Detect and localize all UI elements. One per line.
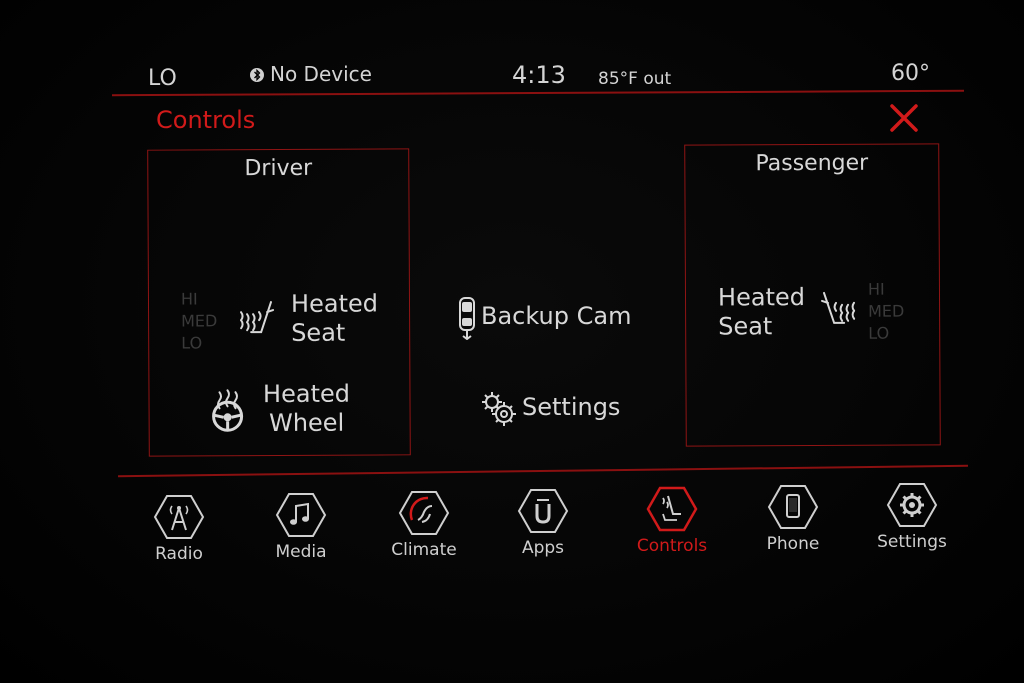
bluetooth-device-label: No Device (270, 62, 372, 86)
passenger-panel: Passenger Heated Seat HI MED LO (684, 143, 941, 447)
settings-gears-icon (482, 392, 516, 426)
nav-media[interactable]: Media (246, 492, 356, 562)
clock: 4:13 (512, 61, 566, 89)
music-note-icon (275, 493, 327, 537)
driver-heated-seat-button[interactable]: Heated Seat (291, 289, 378, 347)
nav-radio[interactable]: Radio (124, 494, 234, 564)
nav-phone-label: Phone (766, 534, 820, 554)
driver-panel: Driver HI MED LO Heated Seat Heated Whee… (147, 148, 411, 457)
heated-wheel-line2: Wheel (268, 408, 345, 438)
passenger-title: Passenger (755, 150, 869, 177)
nav-apps-label: Apps (521, 538, 565, 558)
nav-settings-label: Settings (877, 532, 947, 552)
bluetooth-status[interactable]: No Device (250, 62, 372, 86)
climate-icon (398, 491, 450, 535)
backup-cam-label: Backup Cam (481, 302, 632, 330)
passenger-heated-seat-line1: Heated (717, 283, 806, 312)
nav-phone[interactable]: Phone (738, 484, 848, 554)
passenger-temp-setting[interactable]: 60° (891, 61, 930, 86)
heated-seat-line2: Seat (291, 318, 346, 347)
nav-apps[interactable]: Apps (488, 488, 598, 558)
heated-wheel-button[interactable]: Heated Wheel (261, 380, 351, 438)
nav-climate[interactable]: Climate (369, 490, 479, 560)
level-lo: LO (181, 333, 203, 353)
heated-wheel-icon[interactable] (207, 388, 247, 432)
backup-camera-icon (459, 297, 475, 340)
passenger-heated-seat-button[interactable]: Heated Seat (718, 283, 805, 341)
outside-temperature: 85°F out (598, 69, 672, 89)
level-hi: HI (180, 289, 198, 309)
settings-label: Settings (522, 393, 621, 421)
nav-media-label: Media (275, 542, 327, 562)
bluetooth-icon (250, 68, 264, 82)
radio-tower-icon (153, 495, 205, 539)
heated-seat-icon[interactable] (237, 298, 279, 340)
passenger-heated-seat-line2: Seat (718, 312, 773, 341)
heated-seat-icon[interactable] (816, 289, 858, 331)
page-title: Controls (156, 106, 256, 134)
nav-controls-label: Controls (636, 536, 708, 556)
nav-controls[interactable]: Controls (617, 486, 727, 556)
heated-wheel-line1: Heated (262, 379, 351, 409)
apps-u-icon (517, 489, 569, 533)
phone-icon (767, 485, 819, 529)
driver-title: Driver (244, 155, 313, 182)
nav-radio-label: Radio (155, 544, 203, 564)
controls-seat-icon (646, 486, 698, 532)
level-hi: HI (867, 279, 885, 299)
close-icon[interactable] (884, 100, 924, 136)
gear-icon (886, 483, 938, 527)
passenger-seat-levels: HI MED LO (868, 279, 905, 345)
level-med: MED (181, 311, 218, 331)
driver-seat-levels: HI MED LO (181, 288, 218, 354)
nav-settings[interactable]: Settings (857, 482, 967, 552)
nav-climate-label: Climate (391, 540, 457, 560)
driver-temp-setting[interactable]: LO (148, 66, 177, 91)
heated-seat-line1: Heated (290, 289, 379, 318)
level-lo: LO (868, 323, 890, 343)
level-med: MED (868, 301, 905, 321)
